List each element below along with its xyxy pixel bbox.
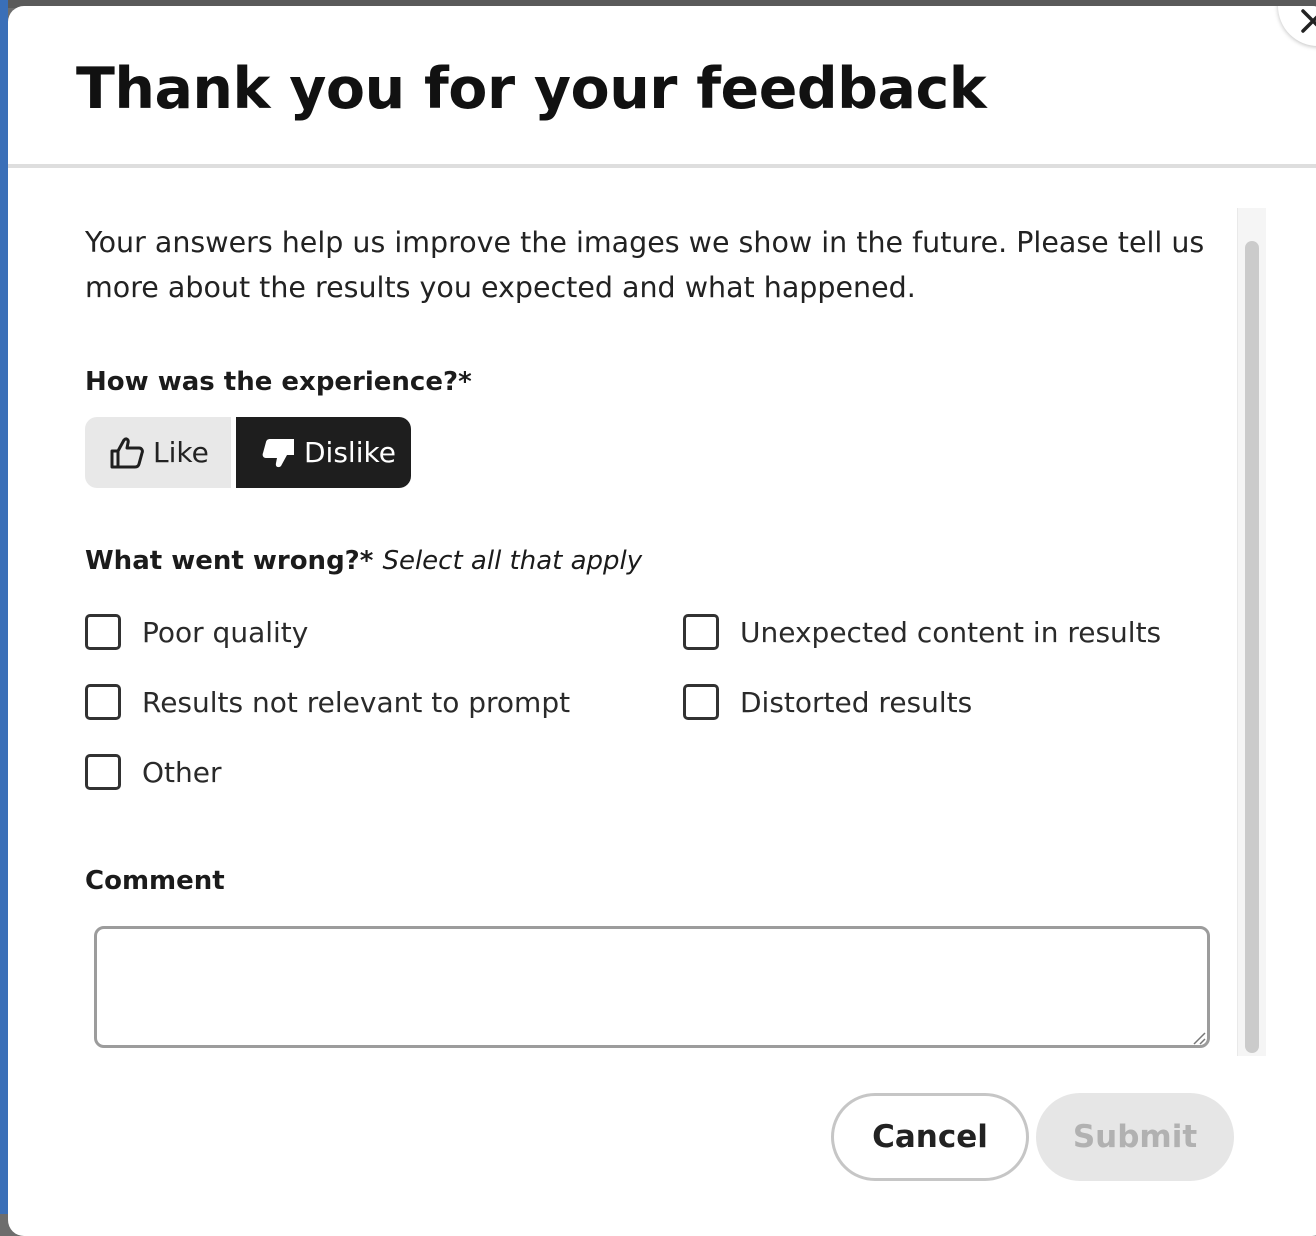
checkbox-box[interactable] xyxy=(85,614,121,650)
checkbox-label: Other xyxy=(142,755,222,789)
close-icon xyxy=(1301,9,1316,33)
backdrop-edge xyxy=(0,0,8,1214)
dislike-label: Dislike xyxy=(304,436,396,469)
issues-label: What went wrong?* Select all that apply xyxy=(85,546,642,576)
dialog-title: Thank you for your feedback xyxy=(76,56,987,122)
checkbox-label: Poor quality xyxy=(142,615,309,649)
like-label: Like xyxy=(153,436,209,469)
checkbox-box[interactable] xyxy=(85,684,121,720)
close-button[interactable] xyxy=(1278,6,1316,46)
checkbox-other[interactable]: Other xyxy=(85,754,222,790)
feedback-dialog: Thank you for your feedback Your answers… xyxy=(8,6,1316,1236)
submit-button[interactable]: Submit xyxy=(1036,1093,1234,1181)
dislike-button[interactable]: Dislike xyxy=(236,417,411,488)
checkbox-label: Distorted results xyxy=(740,685,973,719)
experience-label: How was the experience?* xyxy=(85,367,472,397)
checkbox-box[interactable] xyxy=(683,684,719,720)
issues-hint: Select all that apply xyxy=(382,546,643,576)
checkbox-poor-quality[interactable]: Poor quality xyxy=(85,614,308,650)
checkbox-distorted[interactable]: Distorted results xyxy=(683,684,972,720)
thumbs-up-icon xyxy=(110,437,144,468)
cancel-button[interactable]: Cancel xyxy=(831,1093,1029,1181)
checkbox-label: Results not relevant to prompt xyxy=(142,685,571,719)
experience-toggle-group: Like Dislike xyxy=(85,417,411,488)
checkbox-box[interactable] xyxy=(683,614,719,650)
intro-text: Your answers help us improve the images … xyxy=(85,226,1205,304)
scrollbar-thumb[interactable] xyxy=(1245,241,1259,1053)
header-divider xyxy=(8,164,1316,168)
checkbox-unexpected-content[interactable]: Unexpected content in results xyxy=(683,614,1161,650)
thumbs-down-icon xyxy=(262,438,294,467)
like-button[interactable]: Like xyxy=(85,417,231,488)
checkbox-not-relevant[interactable]: Results not relevant to prompt xyxy=(85,684,570,720)
comment-label: Comment xyxy=(85,866,225,896)
comment-textarea[interactable] xyxy=(94,926,1210,1048)
checkbox-box[interactable] xyxy=(85,754,121,790)
issues-label-text: What went wrong?* xyxy=(85,546,374,576)
checkbox-label: Unexpected content in results xyxy=(740,615,1162,649)
resize-grip-icon[interactable] xyxy=(1191,1030,1207,1046)
